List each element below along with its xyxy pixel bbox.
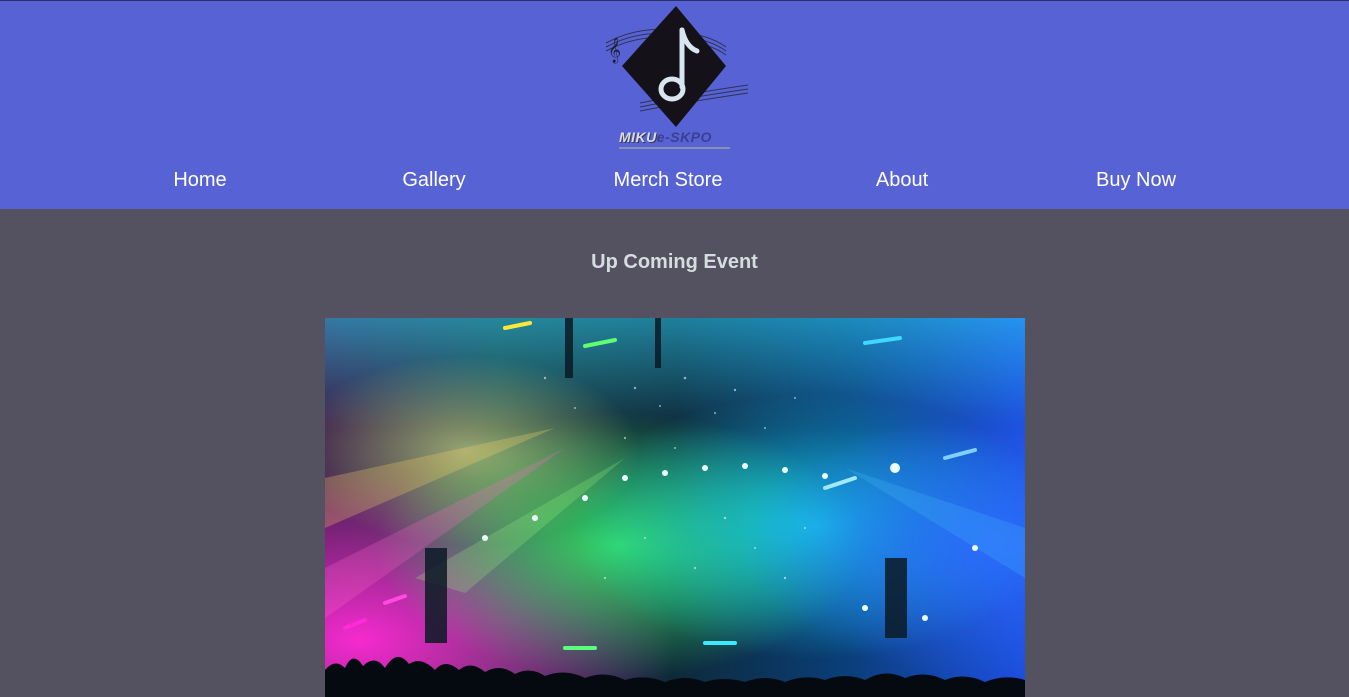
nav-merch-store[interactable]: Merch Store	[614, 169, 723, 192]
svg-text:𝄞: 𝄞	[608, 37, 621, 63]
brand-primary: MIKU	[619, 129, 657, 145]
brand-underline	[619, 147, 730, 149]
concert-photo	[325, 318, 1025, 697]
nav-about[interactable]: About	[876, 169, 928, 192]
brand-secondary: e-SKPO	[656, 129, 712, 145]
nav-home[interactable]: Home	[173, 169, 226, 192]
nav-gallery[interactable]: Gallery	[402, 169, 465, 192]
event-image	[325, 318, 1025, 697]
nav-buy-now[interactable]: Buy Now	[1096, 169, 1176, 192]
main-nav: Home Gallery Merch Store About Buy Now	[0, 169, 1349, 199]
brand-name: MIKUe-SKPO	[619, 129, 712, 145]
section-title: Up Coming Event	[591, 251, 758, 273]
site-header: 𝄞 MIKUe-SKPO Home Gallery Merch Store Ab…	[0, 0, 1349, 209]
